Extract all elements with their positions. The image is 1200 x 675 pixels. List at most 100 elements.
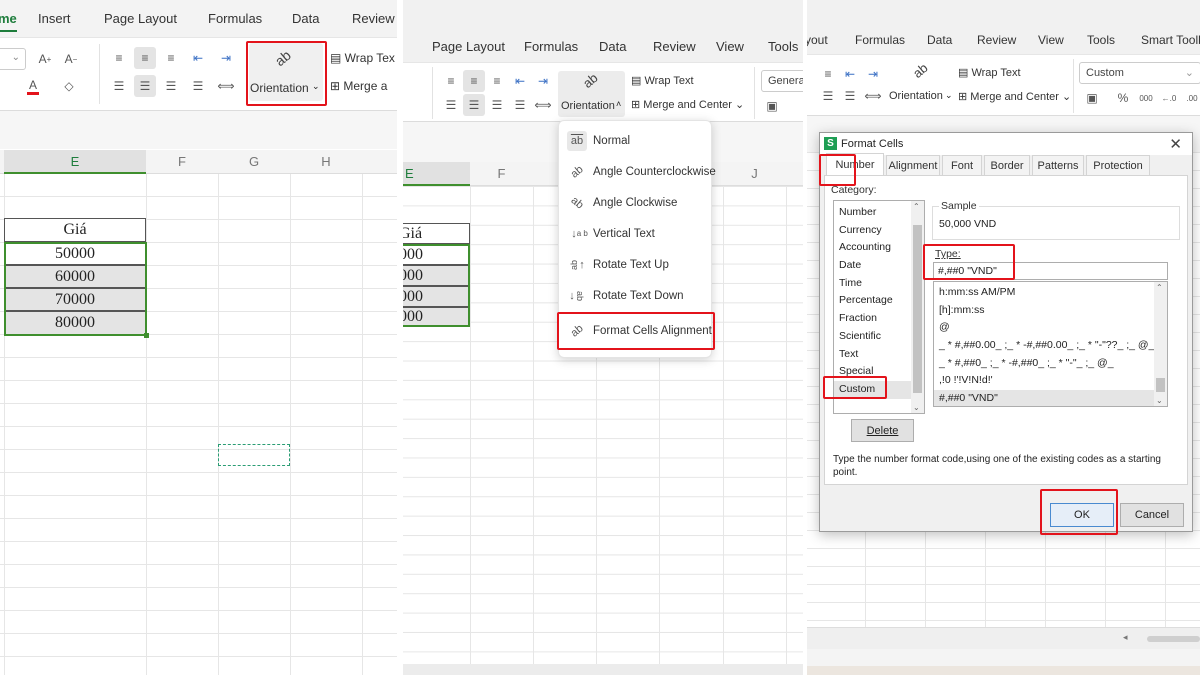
wrap-text-button[interactable]: ▤ Wrap Text [958,66,1021,79]
format-code-item[interactable]: [h]:mm:ss [934,302,1167,320]
tab-tools[interactable]: Tools [768,39,798,54]
font-color-icon[interactable]: A [22,75,44,97]
orientation-button[interactable]: ab Orientation ⌄ [889,60,953,109]
decrease-indent-icon[interactable]: ⇤ [187,47,209,69]
column-header-e[interactable]: E [403,162,470,186]
dialog-tab-border[interactable]: Border [984,155,1030,175]
dialog-tab-alignment[interactable]: Alignment [886,155,940,175]
format-code-item[interactable]: ,!0 !'!V!N!d!' [934,372,1167,390]
tab-smart-toolbox[interactable]: Smart Toolb [1141,33,1200,47]
align-middle-icon[interactable]: ≡ [134,47,156,69]
tab-page-layout[interactable]: Page Layout [104,11,177,26]
tab-data[interactable]: Data [292,11,319,26]
tab-data[interactable]: Data [599,39,626,54]
tab-page-layout[interactable]: yout [807,33,828,47]
decrease-indent-icon[interactable]: ⇤ [839,63,861,85]
tab-view[interactable]: View [716,39,744,54]
distributed-icon[interactable]: ⟺ [532,94,554,116]
align-center-icon[interactable]: ☰ [463,94,485,116]
format-code-list[interactable]: h:mm:ss AM/PM [h]:mm:ss @ _ * #,##0.00_ … [933,281,1168,407]
tab-formulas[interactable]: Formulas [208,11,262,26]
tab-review[interactable]: Review [352,11,395,26]
increase-font-size-icon[interactable]: A + [34,48,56,70]
column-header-e[interactable]: E [4,150,146,174]
distributed-icon[interactable]: ⟺ [862,85,884,107]
decrease-decimal-icon[interactable]: .00 [1181,87,1200,109]
cancel-button[interactable]: Cancel [1120,503,1184,527]
menu-item-rotate-text-up[interactable]: ab ↑ Rotate Text Up [567,253,669,277]
menu-item-rotate-text-down[interactable]: ↓ ab Rotate Text Down [567,284,683,308]
format-code-scrollbar[interactable]: ⌃ ⌄ [1154,282,1167,406]
number-format-dropdown[interactable]: Genera [761,70,803,92]
tab-review[interactable]: Review [977,33,1016,47]
align-bottom-icon[interactable]: ≡ [486,70,508,92]
fill-handle[interactable] [144,333,149,338]
increase-indent-icon[interactable]: ⇥ [862,63,884,85]
scroll-left-icon[interactable]: ◂ [1123,632,1128,643]
align-right-icon[interactable]: ☰ [817,85,839,107]
scroll-up-icon[interactable]: ⌃ [913,202,920,211]
percent-style-icon[interactable]: % [1112,87,1134,109]
align-left-icon[interactable]: ☰ [440,94,462,116]
eraser-icon[interactable]: ◇ [58,75,80,97]
tab-data[interactable]: Data [927,33,952,47]
format-code-item[interactable]: @ [934,319,1167,337]
column-header-f[interactable]: F [146,150,218,174]
align-center-icon[interactable]: ☰ [134,75,156,97]
tab-home[interactable]: me [0,11,17,32]
dialog-tab-patterns[interactable]: Patterns [1032,155,1084,175]
merge-center-button[interactable]: ⊞ Merge and Center ⌄ [958,90,1071,103]
decrease-font-size-icon[interactable]: A − [60,48,82,70]
format-code-item[interactable]: _ * #,##0_ ;_ * -#,##0_ ;_ * "-"_ ;_ @_ [934,355,1167,373]
merge-button[interactable]: ⊞ Merge a [330,79,387,93]
tab-page-layout[interactable]: Page Layout [432,39,505,54]
align-top-icon[interactable]: ≡ [440,70,462,92]
increase-decimal-icon[interactable]: ←.0 [1158,87,1180,109]
align-right-icon[interactable]: ☰ [486,94,508,116]
close-icon[interactable]: ✕ [1169,135,1182,153]
distributed-icon[interactable]: ⟺ [215,75,237,97]
format-code-item[interactable]: _ * #,##0.00_ ;_ * -#,##0.00_ ;_ * "-"??… [934,337,1167,355]
align-top-icon[interactable]: ≡ [108,47,130,69]
horizontal-scrollbar[interactable] [403,664,803,675]
comma-style-icon[interactable]: 000 [1135,87,1157,109]
scroll-thumb[interactable] [1156,378,1165,392]
column-header-h[interactable]: H [290,150,362,174]
wrap-text-button[interactable]: ▤ Wrap Text [631,74,694,87]
cell-header-gia[interactable]: Giá [4,218,146,242]
align-bottom-icon[interactable]: ≡ [160,47,182,69]
merge-center-button[interactable]: ⊞ Merge and Center ⌄ [631,98,744,111]
tab-insert[interactable]: Insert [38,11,71,26]
font-size-dropdown[interactable]: ⌄ [0,48,26,70]
column-header-j[interactable]: J [723,162,786,186]
format-code-item[interactable]: h:mm:ss AM/PM [934,284,1167,302]
menu-item-vertical-text[interactable]: ↓ a b Vertical Text [567,222,655,246]
dialog-tab-protection[interactable]: Protection [1086,155,1150,175]
increase-indent-icon[interactable]: ⇥ [215,47,237,69]
tab-formulas[interactable]: Formulas [524,39,578,54]
align-bottom-icon[interactable]: ≡ [817,63,839,85]
scroll-down-icon[interactable]: ⌄ [1156,396,1163,405]
menu-item-normal[interactable]: ab Normal [567,129,630,153]
align-middle-icon[interactable]: ≡ [463,70,485,92]
scroll-down-icon[interactable]: ⌄ [913,403,920,412]
align-left-icon[interactable]: ☰ [108,75,130,97]
cell-style-icon[interactable]: ▣ [1081,87,1103,109]
tab-tools[interactable]: Tools [1087,33,1115,47]
wrap-text-button[interactable]: ▤ Wrap Tex [330,51,395,65]
category-scrollbar[interactable]: ⌃ ⌄ [911,201,924,413]
tab-review[interactable]: Review [653,39,696,54]
scroll-up-icon[interactable]: ⌃ [1156,283,1163,292]
column-header-f[interactable]: F [470,162,533,186]
column-header-g[interactable]: G [218,150,290,174]
menu-item-angle-clockwise[interactable]: ab Angle Clockwise [567,191,677,215]
justify-icon[interactable]: ☰ [187,75,209,97]
decrease-indent-icon[interactable]: ⇤ [509,70,531,92]
number-format-dropdown[interactable]: Custom ⌄ [1079,62,1200,84]
tab-formulas[interactable]: Formulas [855,33,905,47]
orientation-button[interactable]: ab Orientation ˄ [558,70,625,117]
dialog-tab-font[interactable]: Font [942,155,982,175]
scroll-thumb[interactable] [913,225,922,393]
horizontal-scrollbar[interactable] [1147,636,1200,642]
cell-header-gia[interactable]: Giá [403,223,470,244]
